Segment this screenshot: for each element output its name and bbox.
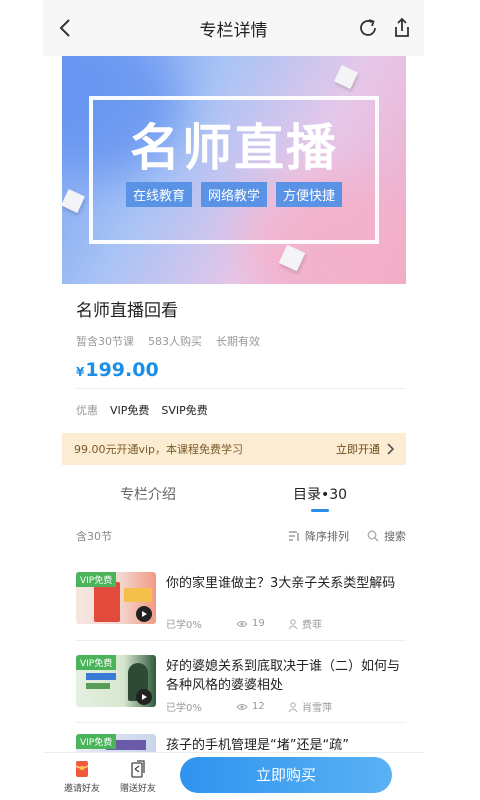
decor-cube (334, 65, 358, 89)
banner-tag: 在线教育 (125, 182, 192, 207)
tab-intro[interactable]: 专栏介绍 (62, 474, 234, 514)
eye-icon (236, 703, 248, 710)
lesson-title: 你的家里谁做主？3大亲子关系类型解码 (166, 576, 396, 591)
chevron-left-icon (59, 19, 70, 37)
lesson-thumbnail: VIP免费 (76, 572, 156, 624)
search-button[interactable]: 搜索 (367, 528, 406, 544)
currency-symbol: ¥ (76, 365, 85, 379)
share-button[interactable] (390, 16, 414, 40)
lesson-views: 12 (236, 701, 288, 712)
banner-tags: 在线教育 网络教学 方便快捷 (62, 182, 406, 207)
validity: 长期有效 (216, 335, 260, 348)
thumb-title-block (86, 683, 110, 689)
gift-label: 赠送好友 (119, 784, 156, 794)
gift-friends-button[interactable]: 赠送好友 (113, 759, 163, 794)
tab-label: 目录•30 (292, 487, 348, 503)
price-value: 199.00 (85, 359, 159, 381)
top-nav-bar: 专栏详情 (43, 0, 424, 56)
play-icon (142, 694, 147, 700)
course-name: 名师直播回看 (76, 301, 178, 321)
refresh-icon (360, 19, 376, 36)
lesson-item[interactable]: VIP免费 好的婆媳关系到底取决于谁（二）如何与各种风格的婆婆相处 已学0% 1… (76, 655, 406, 725)
lesson-item[interactable]: VIP免费 你的家里谁做主？3大亲子关系类型解码 已学0% 19 费菲 (76, 572, 406, 642)
lesson-author: 肖雪萍 (288, 699, 332, 714)
tab-label: 专栏介绍 (120, 487, 176, 503)
tab-active-indicator (311, 509, 329, 512)
lesson-author: 费菲 (288, 616, 322, 631)
red-envelope-icon (75, 761, 89, 777)
divider (76, 722, 406, 723)
divider (76, 640, 406, 641)
banner-tag: 方便快捷 (276, 182, 343, 207)
course-meta: 暂含30节课 583人购买 长期有效 (76, 333, 406, 349)
sort-label: 降序排列 (305, 530, 349, 543)
eye-icon (236, 620, 248, 627)
lesson-stats: 已学0% 12 肖雪萍 (166, 699, 406, 714)
catalog-toolbar: 含30节 降序排列 搜索 (76, 528, 406, 544)
discount-item: SVIP免费 (161, 404, 208, 417)
buy-now-button[interactable]: 立即购买 (180, 757, 392, 793)
author-name: 费菲 (302, 620, 322, 631)
invite-friends-button[interactable]: 邀请好友 (57, 759, 107, 794)
lesson-title: 好的婆媳关系到底取决于谁（二）如何与各种风格的婆婆相处 (166, 659, 401, 693)
lesson-count: 暂含30节课 (76, 335, 134, 348)
lesson-progress: 已学0% (166, 703, 202, 714)
thumb-figure (94, 582, 120, 622)
invite-label: 邀请好友 (63, 784, 100, 794)
vip-free-badge: VIP免费 (76, 655, 117, 670)
chevron-right-icon (387, 443, 394, 455)
refresh-button[interactable] (356, 16, 380, 40)
discount-row: 优惠 VIP免费 SVIP免费 (76, 402, 208, 418)
views-count: 12 (252, 701, 265, 712)
share-icon (395, 17, 409, 37)
lesson-thumbnail: VIP免费 (76, 655, 156, 707)
lesson-stats: 已学0% 19 费菲 (166, 616, 406, 631)
play-button[interactable] (136, 606, 152, 622)
bottom-action-bar: 邀请好友 赠送好友 立即购买 (43, 752, 424, 800)
app-screen: 专栏详情 名师直播 在线教育 网络教学 方便快捷 名师直播回看 暂含30节课 5… (43, 0, 424, 800)
person-icon (288, 701, 298, 712)
person-icon (288, 618, 298, 629)
discount-item: VIP免费 (110, 404, 150, 417)
course-info: 名师直播回看 暂含30节课 583人购买 长期有效 ¥199.00 (76, 296, 406, 381)
thumb-title-block (86, 673, 116, 680)
vip-free-badge: VIP免费 (76, 572, 117, 587)
thumb-title-block (124, 588, 152, 602)
vip-open-link[interactable]: 立即开通 (336, 441, 394, 457)
course-banner: 名师直播 在线教育 网络教学 方便快捷 (62, 56, 406, 284)
section-count: 含30节 (76, 530, 112, 543)
discount-label: 优惠 (76, 404, 98, 417)
lesson-views: 19 (236, 618, 288, 629)
banner-tag: 网络教学 (200, 182, 267, 207)
sort-button[interactable]: 降序排列 (288, 528, 349, 544)
tab-catalog[interactable]: 目录•30 (234, 474, 406, 514)
back-button[interactable] (53, 16, 77, 40)
sort-icon (289, 531, 299, 541)
purchase-count: 583人购买 (148, 335, 202, 348)
search-icon (367, 530, 379, 542)
vip-free-badge: VIP免费 (76, 734, 117, 749)
lesson-progress: 已学0% (166, 620, 202, 631)
play-button[interactable] (136, 689, 152, 705)
author-name: 肖雪萍 (302, 703, 332, 714)
vip-open-label: 立即开通 (336, 443, 380, 456)
banner-headline: 名师直播 (130, 119, 338, 177)
vip-upsell-text: 99.00元开通vip，本课程免费学习 (74, 443, 244, 456)
search-label: 搜索 (384, 530, 406, 543)
vip-upsell-bar[interactable]: 99.00元开通vip，本课程免费学习 立即开通 (62, 433, 406, 465)
gift-share-icon (131, 760, 145, 778)
tab-bar: 专栏介绍 目录•30 (62, 474, 406, 514)
divider (76, 388, 406, 389)
play-icon (142, 611, 147, 617)
views-count: 19 (252, 618, 265, 629)
course-price: ¥199.00 (76, 359, 406, 381)
